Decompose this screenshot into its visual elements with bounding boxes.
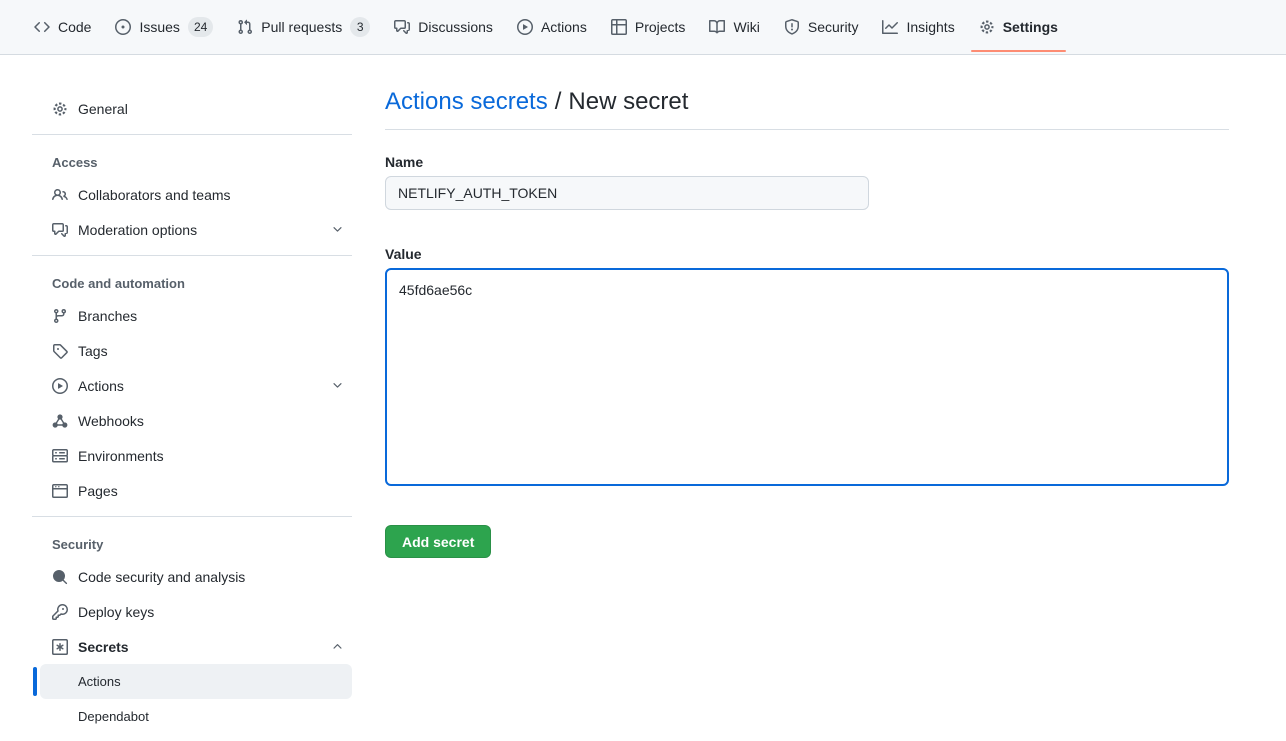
secret-name-input[interactable] [385, 176, 869, 210]
sidebar-subitem-actions-secrets[interactable]: Actions [40, 664, 352, 699]
sidebar-item-label: Branches [78, 308, 137, 324]
add-secret-button[interactable]: Add secret [385, 525, 491, 558]
actions-secrets-link[interactable]: Actions secrets [385, 88, 548, 115]
people-icon [52, 187, 68, 203]
page-title: Actions secrets /New secret [385, 87, 1229, 117]
key-icon [52, 604, 68, 620]
issues-counter-badge: 24 [188, 17, 213, 37]
settings-sidebar: General Access Collaborators and teams M… [32, 81, 352, 734]
code-icon [34, 19, 50, 35]
tab-insights-label: Insights [906, 19, 954, 35]
sidebar-subitem-label: Dependabot [78, 709, 149, 724]
secret-value-textarea[interactable]: 45fd6ae56c [385, 268, 1229, 486]
shield-icon [784, 19, 800, 35]
graph-icon [882, 19, 898, 35]
divider [32, 134, 352, 135]
comment-discussion-icon [394, 19, 410, 35]
value-label: Value [385, 246, 1229, 262]
git-branch-icon [52, 308, 68, 324]
value-field-group: Value 45fd6ae56c [385, 246, 1229, 489]
sidebar-item-label: Actions [78, 378, 124, 394]
book-icon [709, 19, 725, 35]
sidebar-item-webhooks[interactable]: Webhooks [32, 403, 352, 438]
tab-discussions[interactable]: Discussions [386, 12, 501, 42]
sidebar-item-moderation-options[interactable]: Moderation options [32, 212, 352, 247]
tag-icon [52, 343, 68, 359]
sidebar-item-label: Collaborators and teams [78, 187, 231, 203]
server-icon [52, 448, 68, 464]
table-icon [611, 19, 627, 35]
gear-icon [52, 101, 68, 117]
git-pull-request-icon [237, 19, 253, 35]
chevron-up-icon [331, 640, 344, 653]
sidebar-item-tags[interactable]: Tags [32, 333, 352, 368]
sidebar-section-security: Security [32, 525, 352, 559]
tab-security[interactable]: Security [776, 12, 867, 42]
play-icon [517, 19, 533, 35]
sidebar-item-label: Moderation options [78, 222, 197, 238]
sidebar-subitem-dependabot-secrets[interactable]: Dependabot [40, 699, 352, 734]
sidebar-item-secrets[interactable]: Secrets [32, 629, 352, 664]
breadcrumb-separator: / [555, 88, 562, 115]
divider [32, 516, 352, 517]
sidebar-item-label: Secrets [78, 639, 129, 655]
sidebar-section-access: Access [32, 143, 352, 177]
chevron-down-icon [331, 223, 344, 236]
tab-insights[interactable]: Insights [874, 12, 962, 42]
browser-icon [52, 483, 68, 499]
divider [32, 255, 352, 256]
tab-discussions-label: Discussions [418, 19, 493, 35]
tab-settings[interactable]: Settings [971, 12, 1066, 42]
sidebar-item-branches[interactable]: Branches [32, 298, 352, 333]
code-scan-icon [52, 569, 68, 585]
pull-requests-counter-badge: 3 [350, 17, 370, 37]
play-icon [52, 378, 68, 394]
sidebar-item-general[interactable]: General [32, 91, 352, 126]
webhook-icon [52, 413, 68, 429]
sidebar-item-actions[interactable]: Actions [32, 368, 352, 403]
sidebar-item-label: General [78, 101, 128, 117]
chevron-down-icon [331, 379, 344, 392]
tab-wiki-label: Wiki [733, 19, 759, 35]
repo-nav: Code Issues 24 Pull requests 3 Discussio… [0, 0, 1286, 55]
gear-icon [979, 19, 995, 35]
secrets-sub-list: Actions Dependabot [40, 664, 352, 734]
comment-discussion-icon [52, 222, 68, 238]
tab-projects-label: Projects [635, 19, 686, 35]
tab-security-label: Security [808, 19, 859, 35]
tab-pull-requests[interactable]: Pull requests 3 [229, 12, 378, 42]
sidebar-item-label: Environments [78, 448, 164, 464]
key-asterisk-icon [52, 639, 68, 655]
sidebar-item-label: Deploy keys [78, 604, 154, 620]
divider [385, 129, 1229, 130]
sidebar-item-collaborators-and-teams[interactable]: Collaborators and teams [32, 177, 352, 212]
name-field-group: Name [385, 154, 1229, 210]
sidebar-section-code-and-automation: Code and automation [32, 264, 352, 298]
tab-pull-requests-label: Pull requests [261, 19, 342, 35]
sidebar-item-code-security-and-analysis[interactable]: Code security and analysis [32, 559, 352, 594]
tab-issues[interactable]: Issues 24 [107, 12, 221, 42]
sidebar-item-environments[interactable]: Environments [32, 438, 352, 473]
sidebar-item-deploy-keys[interactable]: Deploy keys [32, 594, 352, 629]
tab-wiki[interactable]: Wiki [701, 12, 767, 42]
tab-issues-label: Issues [139, 19, 179, 35]
name-label: Name [385, 154, 1229, 170]
breadcrumb-current: New secret [568, 88, 688, 115]
tab-projects[interactable]: Projects [603, 12, 694, 42]
sidebar-item-pages[interactable]: Pages [32, 473, 352, 508]
sidebar-item-label: Webhooks [78, 413, 144, 429]
sidebar-item-label: Tags [78, 343, 108, 359]
issue-opened-icon [115, 19, 131, 35]
sidebar-subitem-label: Actions [78, 674, 121, 689]
tab-actions[interactable]: Actions [509, 12, 595, 42]
tab-settings-label: Settings [1003, 19, 1058, 35]
tab-code[interactable]: Code [26, 12, 99, 42]
tab-code-label: Code [58, 19, 91, 35]
sidebar-item-label: Code security and analysis [78, 569, 245, 585]
tab-actions-label: Actions [541, 19, 587, 35]
sidebar-item-label: Pages [78, 483, 118, 499]
new-secret-content: Actions secrets /New secret Name Value 45… [352, 81, 1286, 558]
